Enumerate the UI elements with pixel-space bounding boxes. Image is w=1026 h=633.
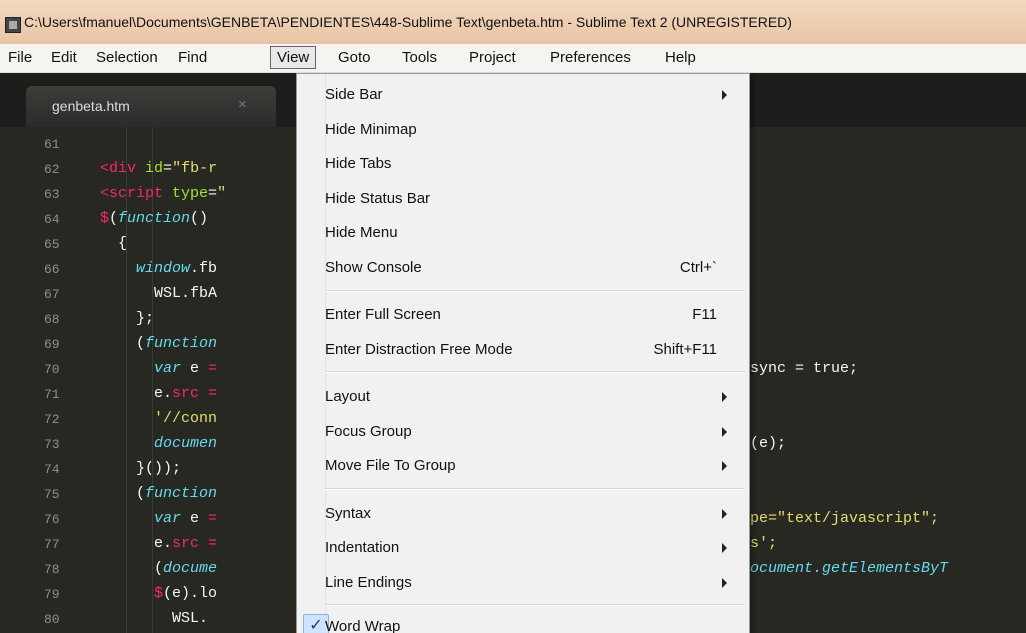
submenu-arrow-icon: [722, 509, 727, 519]
line-number: 78: [44, 562, 60, 577]
line-number: 68: [44, 312, 60, 327]
submenu-arrow-icon: [722, 392, 727, 402]
menu-item-indentation[interactable]: Indentation: [325, 531, 747, 563]
submenu-arrow-icon: [722, 90, 727, 100]
line-number: 73: [44, 437, 60, 452]
menu-edit[interactable]: Edit: [47, 48, 81, 67]
menu-separator: [325, 488, 745, 490]
code-line: <script type=": [100, 185, 227, 202]
menu-find[interactable]: Find: [174, 48, 211, 67]
menu-item-syntax[interactable]: Syntax: [325, 497, 747, 529]
code-line: <div id="fb-r: [100, 160, 218, 177]
line-number: 72: [44, 412, 60, 427]
menu-bar: File Edit Selection Find View Goto Tools…: [0, 44, 1026, 73]
submenu-arrow-icon: [722, 461, 727, 471]
code-line: $(function(): [100, 210, 209, 227]
line-number: 71: [44, 387, 60, 402]
menu-separator: [325, 290, 745, 292]
line-number: 79: [44, 587, 60, 602]
shortcut-label: F11: [692, 306, 717, 323]
line-number: 74: [44, 462, 60, 477]
menu-icon-strip: [297, 74, 326, 633]
code-line: e.src =: [100, 535, 218, 552]
view-menu-dropdown: Side Bar Hide Minimap Hide Tabs Hide Sta…: [296, 73, 750, 633]
menu-goto[interactable]: Goto: [334, 48, 375, 67]
menu-separator: [325, 604, 745, 606]
code-line: documen: [154, 435, 218, 452]
line-number: 67: [44, 287, 60, 302]
code-line: '//conn: [154, 410, 218, 427]
menu-item-focus-group[interactable]: Focus Group: [325, 415, 747, 447]
line-number: 76: [44, 512, 60, 527]
line-number: 69: [44, 337, 60, 352]
shortcut-label: Shift+F11: [653, 341, 717, 358]
code-line: (docume: [100, 560, 218, 577]
submenu-arrow-icon: [722, 543, 727, 553]
menu-item-distraction-free[interactable]: Enter Distraction Free Mode Shift+F11: [325, 333, 747, 365]
submenu-arrow-icon: [722, 427, 727, 437]
code-line: WSL.fbA: [100, 285, 218, 302]
menu-item-hide-menu[interactable]: Hide Menu: [325, 216, 747, 248]
line-number: 64: [44, 212, 60, 227]
code-line-fragment: ocument.getElementsByT: [750, 560, 949, 577]
code-line-fragment: (e);: [750, 435, 787, 452]
close-icon[interactable]: ×: [238, 96, 247, 113]
tab-label: genbeta.htm: [52, 98, 130, 114]
menu-view[interactable]: View: [270, 46, 317, 69]
code-line: $(e).lo: [154, 585, 218, 602]
code-line: var e =: [154, 360, 218, 377]
menu-item-move-file-to-group[interactable]: Move File To Group: [325, 449, 747, 481]
submenu-arrow-icon: [722, 578, 727, 588]
window-title: C:\Users\fmanuel\Documents\GENBETA\PENDI…: [24, 14, 792, 30]
code-line: WSL.: [100, 610, 209, 627]
line-number: 66: [44, 262, 60, 277]
menu-item-word-wrap[interactable]: ✓ Word Wrap: [303, 610, 747, 633]
code-line: (function: [100, 335, 218, 352]
app-icon: [5, 17, 21, 33]
line-number: 63: [44, 187, 60, 202]
sublime-window: C:\Users\fmanuel\Documents\GENBETA\PENDI…: [0, 0, 1026, 633]
menu-item-hide-minimap[interactable]: Hide Minimap: [325, 113, 747, 145]
shortcut-label: Ctrl+`: [679, 259, 717, 276]
line-number: 80: [44, 612, 60, 627]
menu-file[interactable]: File: [4, 48, 36, 67]
menu-item-enter-full-screen[interactable]: Enter Full Screen F11: [325, 298, 747, 330]
tab-genbeta[interactable]: genbeta.htm ×: [26, 86, 276, 127]
menu-selection[interactable]: Selection: [92, 48, 162, 67]
menu-item-hide-status-bar[interactable]: Hide Status Bar: [325, 182, 747, 214]
title-bar: C:\Users\fmanuel\Documents\GENBETA\PENDI…: [0, 0, 1026, 42]
code-line: (function: [100, 485, 218, 502]
line-number: 61: [44, 137, 60, 152]
code-line-fragment: pe="text/javascript";: [750, 510, 940, 527]
line-number: 77: [44, 537, 60, 552]
code-line-fragment: s';: [750, 535, 778, 552]
indent-guide: [152, 127, 153, 633]
menu-help[interactable]: Help: [661, 48, 700, 67]
menu-preferences[interactable]: Preferences: [546, 48, 635, 67]
menu-tools[interactable]: Tools: [398, 48, 441, 67]
menu-item-line-endings[interactable]: Line Endings: [325, 566, 747, 598]
menu-item-side-bar[interactable]: Side Bar: [325, 78, 747, 110]
code-line: {: [100, 235, 128, 252]
line-number: 75: [44, 487, 60, 502]
line-number: 65: [44, 237, 60, 252]
code-line-fragment: sync = true;: [750, 360, 859, 377]
menu-project[interactable]: Project: [465, 48, 520, 67]
code-line: e.src =: [100, 385, 218, 402]
line-number: 62: [44, 162, 60, 177]
menu-item-layout[interactable]: Layout: [325, 380, 747, 412]
code-line: window.fb: [136, 260, 218, 277]
code-line: var e =: [154, 510, 218, 527]
code-line: }());: [100, 460, 182, 477]
menu-item-hide-tabs[interactable]: Hide Tabs: [325, 147, 747, 179]
line-number: 70: [44, 362, 60, 377]
menu-separator: [325, 371, 745, 373]
menu-item-show-console[interactable]: Show Console Ctrl+`: [325, 251, 747, 283]
indent-guide: [126, 127, 127, 633]
code-line: };: [100, 310, 155, 327]
line-gutter: 61 62 63 64 65 66 67 68 69 70 71 72 73 7…: [0, 127, 80, 633]
